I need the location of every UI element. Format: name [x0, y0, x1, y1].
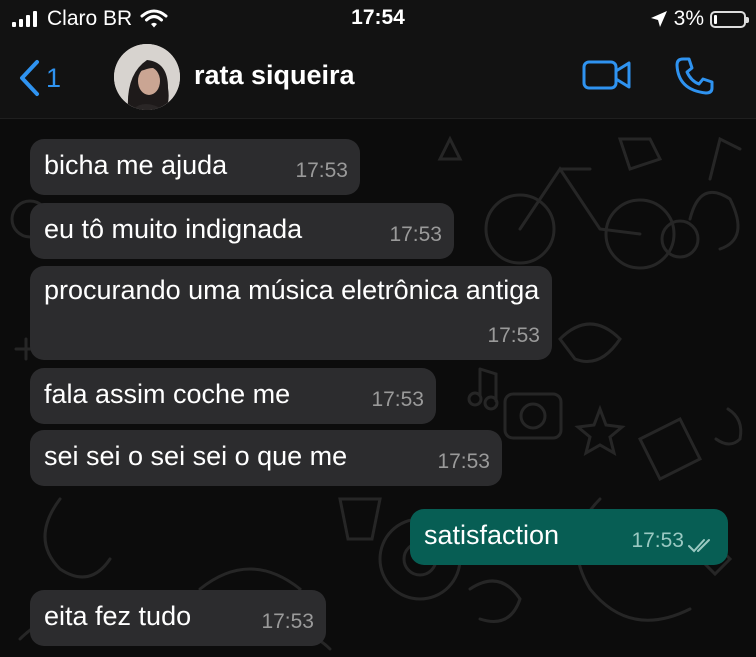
back-chevron-icon [20, 60, 39, 96]
status-right: 3% [650, 6, 749, 32]
message-time: 17:53 [437, 450, 490, 473]
message-time: 17:53 [389, 223, 442, 246]
message-text: procurando uma música eletrônica antiga [44, 275, 540, 305]
chat-header: 1 rata siqueira [0, 38, 756, 119]
message-text: bicha me ajuda [44, 150, 228, 180]
chat-area[interactable]: bicha me ajuda 17:53 eu tô muito indigna… [0, 119, 756, 657]
message-text: sei sei o sei sei o que me [44, 441, 348, 471]
message-time: 17:53 [295, 159, 348, 182]
message-bubble-incoming[interactable]: eita fez tudo 17:53 [30, 590, 326, 646]
back-button[interactable]: 1 [18, 56, 61, 100]
status-time: 17:54 [351, 6, 405, 29]
battery-icon [710, 10, 749, 28]
status-bar: Claro BR 17:54 3% [0, 0, 756, 38]
phone-icon[interactable] [674, 56, 714, 96]
message-text: fala assim coche me [44, 379, 291, 409]
avatar[interactable] [114, 44, 180, 110]
message-time: 17:53 [487, 324, 540, 347]
contact-name[interactable]: rata siqueira [194, 60, 355, 91]
message-time: 17:53 [371, 388, 424, 411]
message-bubble-incoming[interactable]: fala assim coche me 17:53 [30, 368, 436, 424]
message-bubble-incoming[interactable]: eu tô muito indignada 17:53 [30, 203, 454, 259]
message-bubble-incoming[interactable]: bicha me ajuda 17:53 [30, 139, 360, 195]
message-text: eita fez tudo [44, 601, 192, 631]
message-text: eu tô muito indignada [44, 214, 303, 244]
video-call-icon[interactable] [582, 58, 632, 92]
location-arrow-icon [650, 11, 667, 27]
unread-count: 1 [46, 62, 62, 93]
message-time: 17:53 [261, 610, 314, 633]
message-bubble-incoming[interactable]: procurando uma música eletrônica antiga … [30, 266, 552, 360]
battery-percent: 3% [673, 7, 704, 30]
double-check-icon [688, 539, 710, 553]
message-bubble-outgoing[interactable]: satisfaction 17:53 [410, 509, 728, 565]
message-bubble-incoming[interactable]: sei sei o sei sei o que me 17:53 [30, 430, 502, 486]
message-time: 17:53 [631, 529, 684, 552]
message-text: satisfaction [424, 520, 560, 550]
